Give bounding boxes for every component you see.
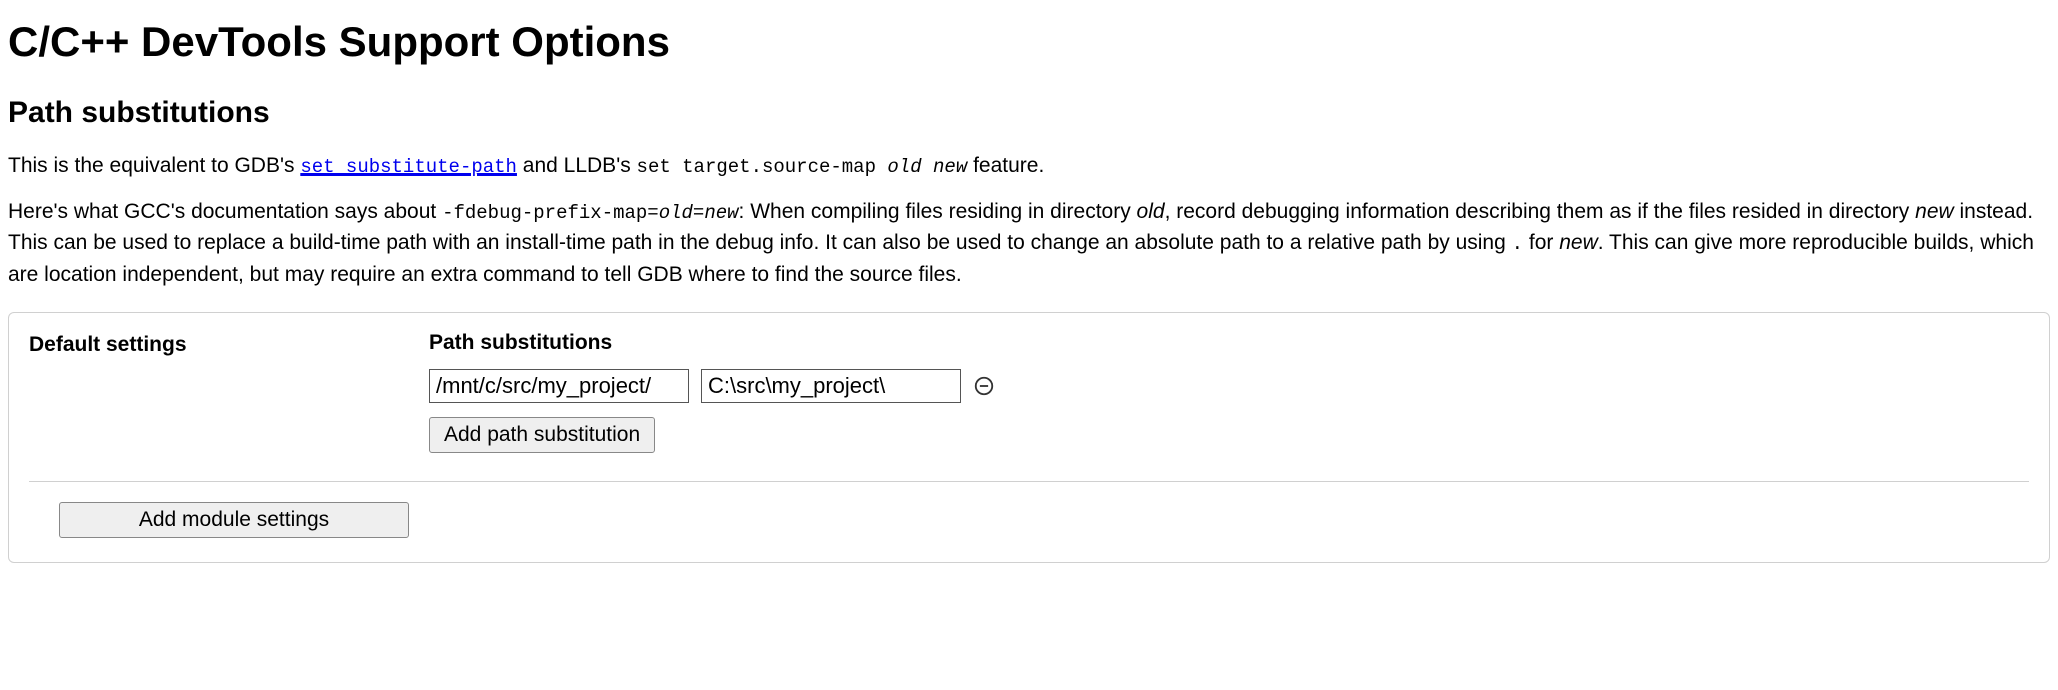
italic-new: new (1915, 200, 1954, 223)
settings-panel: Default settings Path substitutions Add … (8, 312, 2050, 563)
italic-new2: new (1559, 231, 1598, 254)
text: and LLDB's (517, 154, 637, 177)
intro-paragraph-2: Here's what GCC's documentation says abo… (8, 196, 2050, 291)
path-to-input[interactable] (701, 369, 961, 403)
text: Here's what GCC's documentation says abo… (8, 200, 442, 223)
remove-substitution-button[interactable] (973, 375, 995, 397)
section-heading: Path substitutions (8, 96, 2050, 130)
intro-paragraph-1: This is the equivalent to GDB's set subs… (8, 150, 2050, 182)
text: for (1523, 231, 1559, 254)
add-module-settings-button[interactable]: Add module settings (59, 502, 409, 538)
code-flag: -fdebug-prefix-map=old=new (442, 202, 738, 224)
text: This is the equivalent to GDB's (8, 154, 300, 177)
code-lldb: set target.source-map old new (637, 156, 968, 178)
link-code: set substitute-path (300, 156, 517, 178)
path-substitution-row (429, 369, 2029, 403)
default-settings-label: Default settings (29, 331, 429, 357)
text: feature. (967, 154, 1044, 177)
add-path-substitution-button[interactable]: Add path substitution (429, 417, 655, 453)
page-title: C/C++ DevTools Support Options (8, 18, 2050, 66)
path-substitutions-label: Path substitutions (429, 331, 2029, 355)
text: : When compiling files residing in direc… (739, 200, 1137, 223)
text: , record debugging information describin… (1165, 200, 1916, 223)
divider (29, 481, 2029, 482)
set-substitute-path-link[interactable]: set substitute-path (300, 154, 517, 177)
remove-icon (973, 375, 995, 397)
path-from-input[interactable] (429, 369, 689, 403)
code-dot: . (1512, 233, 1523, 255)
italic-old: old (1137, 200, 1165, 223)
